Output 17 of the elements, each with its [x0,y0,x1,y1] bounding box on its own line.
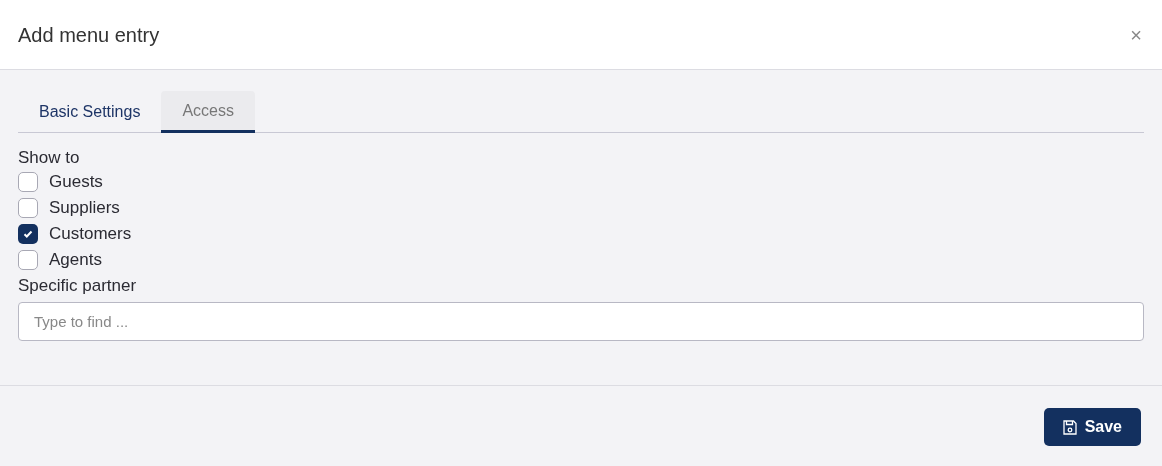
checkbox[interactable] [18,250,38,270]
check-icon [23,229,33,239]
checkbox-label: Customers [49,223,132,246]
checkbox-label: Guests [49,171,103,194]
checkbox[interactable] [18,198,38,218]
search-field[interactable]: Type to find ... [18,302,1144,341]
tab[interactable]: Access [161,91,255,133]
checkbox-label: Agents [49,249,102,272]
field-label: Specific partner [18,275,137,297]
checkbox-label: Suppliers [49,197,120,220]
close-button[interactable]: × [1130,24,1142,45]
checkbox[interactable] [18,172,38,192]
save-button[interactable]: Save [1043,408,1141,446]
dialog-title: Add menu entry [18,22,160,48]
tab[interactable]: Basic Settings [18,91,162,132]
section-label: Show to [18,147,80,169]
checkbox[interactable] [18,224,38,244]
